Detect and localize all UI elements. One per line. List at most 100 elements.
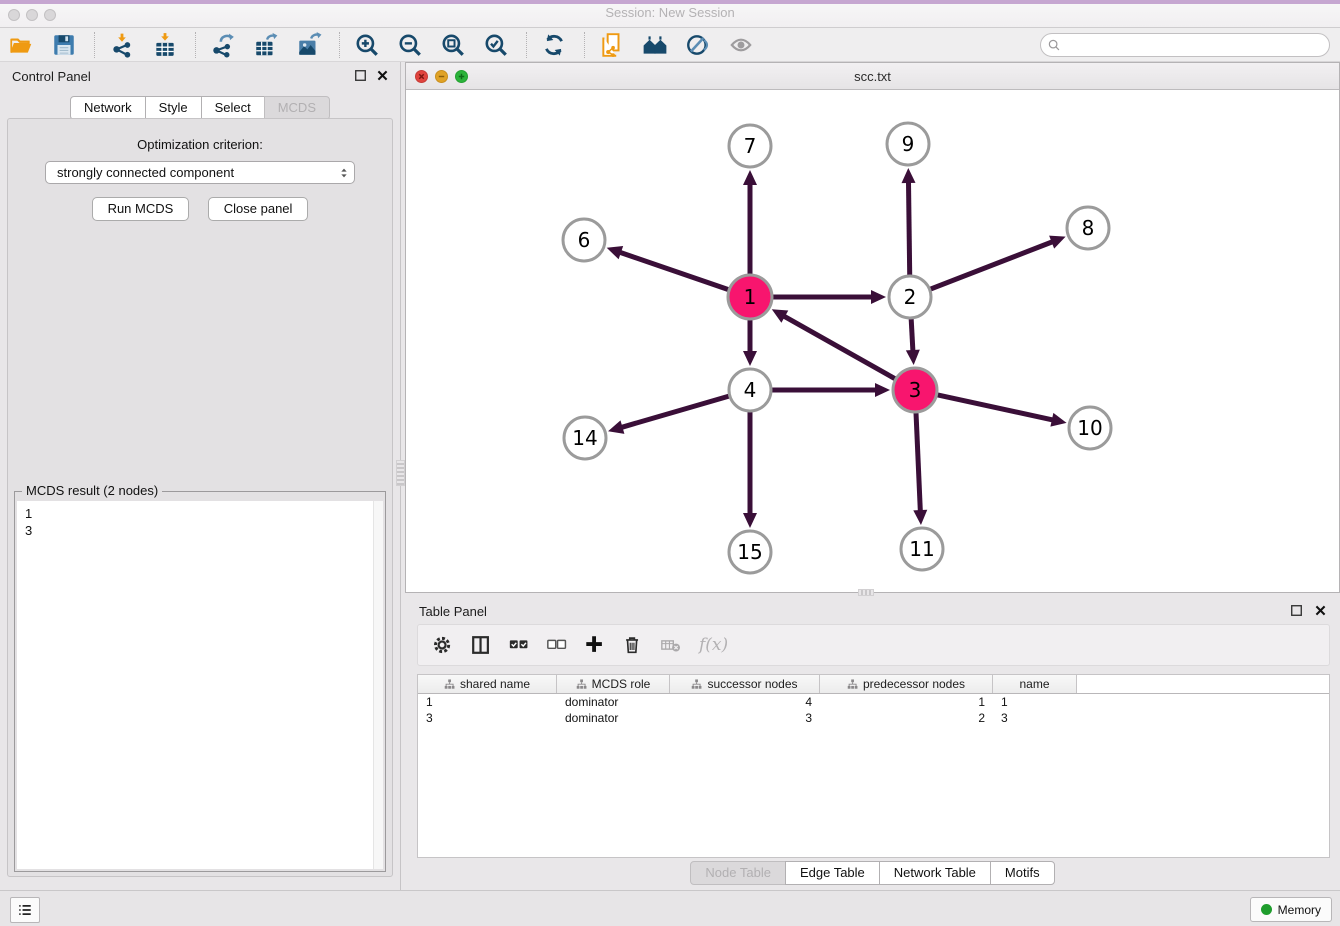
mcds-result-box: MCDS result (2 nodes) 13 <box>14 491 386 872</box>
column-header-name[interactable]: name <box>993 675 1077 693</box>
graph-node-7[interactable]: 7 <box>729 125 771 167</box>
cell[interactable]: 3 <box>418 710 557 726</box>
select-all-columns-button[interactable] <box>507 633 531 657</box>
hide-panels-button[interactable] <box>683 30 713 60</box>
delete-columns-button[interactable] <box>621 633 645 657</box>
import-network-button[interactable] <box>107 30 137 60</box>
graph-node-6[interactable]: 6 <box>563 219 605 261</box>
search-box[interactable] <box>1040 33 1330 57</box>
close-panel-button[interactable]: Close panel <box>208 197 309 221</box>
graph-edge-3-10[interactable] <box>936 395 1053 420</box>
tab-node-table[interactable]: Node Table <box>690 861 786 885</box>
save-session-button[interactable] <box>49 30 79 60</box>
home-button[interactable] <box>640 30 670 60</box>
optimization-criterion-select[interactable]: strongly connected component <box>45 161 355 184</box>
result-scrollbar[interactable] <box>373 501 383 869</box>
zoom-fit-button[interactable] <box>438 30 468 60</box>
cell[interactable]: 4 <box>670 694 820 710</box>
graph-node-8[interactable]: 8 <box>1067 207 1109 249</box>
graph-node-9[interactable]: 9 <box>887 123 929 165</box>
graph-edge-1-6[interactable] <box>619 252 729 290</box>
tab-motifs[interactable]: Motifs <box>990 861 1055 885</box>
network-canvas[interactable]: 1 2 3 4 6 7 8 9 10 11 14 15 <box>406 90 1339 592</box>
graph-edge-2-9[interactable] <box>908 181 909 276</box>
close-table-panel-icon[interactable] <box>1313 603 1328 618</box>
float-table-panel-icon[interactable] <box>1289 603 1304 618</box>
graph-node-15[interactable]: 15 <box>729 531 771 573</box>
horizontal-splitter-grip[interactable] <box>858 589 874 596</box>
network-title: scc.txt <box>406 69 1339 84</box>
export-image-icon <box>296 32 322 58</box>
zoom-selected-button[interactable] <box>481 30 511 60</box>
search-input[interactable] <box>1062 38 1329 53</box>
graph-node-11[interactable]: 11 <box>901 528 943 570</box>
run-mcds-button[interactable]: Run MCDS <box>92 197 190 221</box>
graph-edge-arrow-3-10 <box>1050 413 1066 427</box>
svg-text:8: 8 <box>1082 216 1095 240</box>
toolbar-separator <box>584 32 585 58</box>
cell[interactable]: 1 <box>993 694 1077 710</box>
tab-network-table[interactable]: Network Table <box>879 861 991 885</box>
graph-node-1[interactable]: 1 <box>728 275 772 319</box>
svg-text:2: 2 <box>904 285 917 309</box>
graph-node-14[interactable]: 14 <box>564 417 606 459</box>
tab-network[interactable]: Network <box>70 96 146 120</box>
graph-node-3[interactable]: 3 <box>893 368 937 412</box>
tab-select[interactable]: Select <box>201 96 265 120</box>
zoom-selected-icon <box>483 32 509 58</box>
graph-node-10[interactable]: 10 <box>1069 407 1111 449</box>
column-header-label: MCDS role <box>592 677 651 691</box>
export-table-button[interactable] <box>251 30 281 60</box>
close-panel-icon[interactable] <box>375 68 390 83</box>
refresh-layout-button[interactable] <box>539 30 569 60</box>
cell[interactable]: 3 <box>670 710 820 726</box>
mcds-result-area[interactable]: 13 <box>17 501 383 869</box>
graph-node-4[interactable]: 4 <box>729 369 771 411</box>
graph-edge-2-8[interactable] <box>930 241 1054 289</box>
table-panel: Table Panel f(x) shared nameMCDS rolesuc… <box>405 597 1340 890</box>
vertical-splitter-grip[interactable] <box>396 460 405 486</box>
table-row[interactable]: 3dominator323 <box>418 710 1329 726</box>
export-network-button[interactable] <box>208 30 238 60</box>
mcds-result-title: MCDS result (2 nodes) <box>22 483 162 498</box>
zoom-in-button[interactable] <box>352 30 382 60</box>
graph-node-2[interactable]: 2 <box>889 276 931 318</box>
task-history-button[interactable] <box>10 897 40 923</box>
import-table-button[interactable] <box>150 30 180 60</box>
graph-edge-2-3[interactable] <box>911 318 913 352</box>
memory-button[interactable]: Memory <box>1250 897 1332 922</box>
optimization-criterion-label: Optimization criterion: <box>8 137 392 152</box>
table-options-icon <box>432 634 454 656</box>
create-column-button[interactable] <box>583 633 607 657</box>
float-panel-icon[interactable] <box>353 68 368 83</box>
list-icon <box>16 901 34 919</box>
cell[interactable]: 2 <box>820 710 993 726</box>
graph-edge-3-11[interactable] <box>916 412 920 512</box>
tab-style[interactable]: Style <box>145 96 202 120</box>
table-row[interactable]: 1dominator411 <box>418 694 1329 710</box>
cell[interactable]: dominator <box>557 710 670 726</box>
tab-edge-table[interactable]: Edge Table <box>785 861 880 885</box>
zoom-out-button[interactable] <box>395 30 425 60</box>
graph-edge-3-1[interactable] <box>783 316 896 380</box>
column-selector-button[interactable] <box>469 633 493 657</box>
deselect-all-columns-button[interactable] <box>545 633 569 657</box>
export-image-button[interactable] <box>294 30 324 60</box>
column-header-predecessor-nodes[interactable]: predecessor nodes <box>820 675 993 693</box>
graph-edge-4-14[interactable] <box>621 396 730 428</box>
table-options-button[interactable] <box>431 633 455 657</box>
svg-text:9: 9 <box>902 132 915 156</box>
column-header-successor-nodes[interactable]: successor nodes <box>670 675 820 693</box>
mcds-panel: Optimization criterion: strongly connect… <box>7 118 393 877</box>
status-bar: Memory <box>0 890 1340 926</box>
tab-mcds[interactable]: MCDS <box>264 96 330 120</box>
cell[interactable]: 1 <box>820 694 993 710</box>
cell[interactable]: 3 <box>993 710 1077 726</box>
table-panel-header: Table Panel <box>405 597 1340 625</box>
cell[interactable]: 1 <box>418 694 557 710</box>
cell[interactable]: dominator <box>557 694 670 710</box>
open-file-button[interactable] <box>6 30 36 60</box>
column-header-shared-name[interactable]: shared name <box>418 675 557 693</box>
column-header-MCDS-role[interactable]: MCDS role <box>557 675 670 693</box>
new-network-from-selection-button[interactable] <box>597 30 627 60</box>
